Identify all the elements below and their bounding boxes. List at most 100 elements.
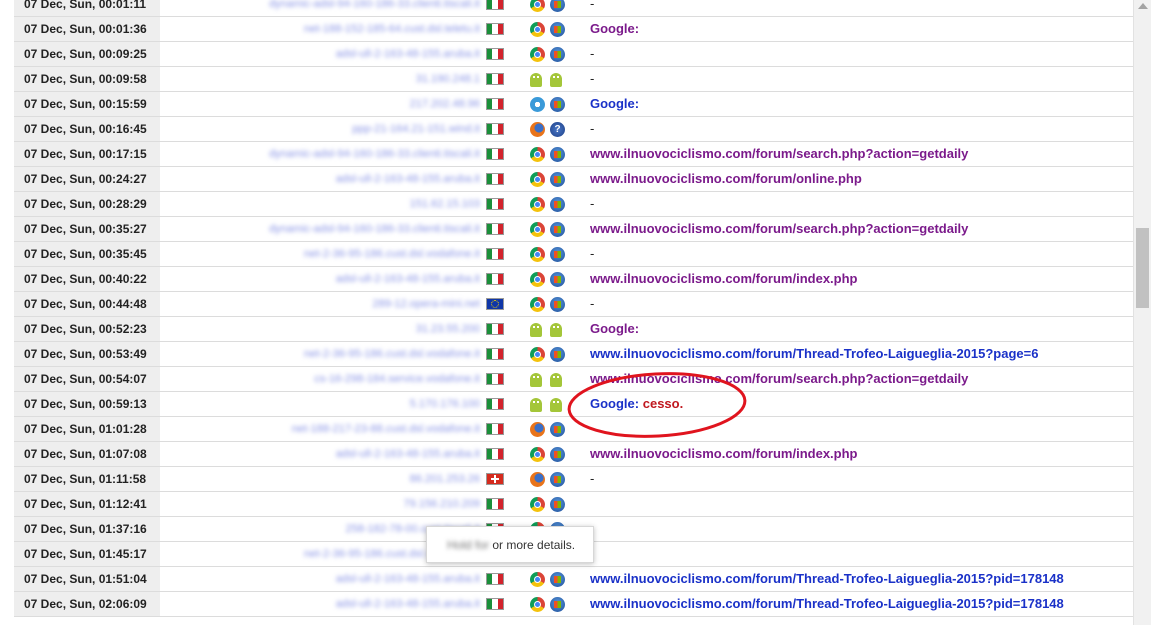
chrome-icon <box>530 347 545 362</box>
table-row: 07 Dec, Sun, 00:24:27 adsl-ull-2-163-48-1… <box>14 167 1134 192</box>
chrome-icon <box>530 497 545 512</box>
visitor-host[interactable]: net-2-36-95-186.cust.dsl.vodafone.it <box>150 242 480 266</box>
chrome-icon <box>530 447 545 462</box>
unknown-os-icon <box>550 122 565 137</box>
android-icon <box>550 73 562 87</box>
visitor-host[interactable]: 217.202.48.96 <box>150 92 480 116</box>
referrer-text: Google: <box>590 321 640 336</box>
referrer[interactable]: Google: <box>590 317 639 341</box>
vertical-scrollbar[interactable] <box>1133 0 1151 625</box>
country-flag-icon <box>486 148 504 160</box>
visitor-host[interactable]: net-188-152-185-64.cust.dsl.teletu.it <box>150 17 480 41</box>
visitor-host[interactable]: adsl-ull-2-163-48-155.aruba.it <box>150 267 480 291</box>
visitor-host[interactable]: dynamic-adsl-94-160-186-33.clienti.tisca… <box>150 142 480 166</box>
windows-icon <box>550 172 565 187</box>
referrer[interactable]: www.ilnuovociclismo.com/forum/Thread-Tro… <box>590 342 1038 366</box>
country-flag-icon <box>486 473 504 485</box>
tooltip-blurred-text: Hold for <box>447 538 490 552</box>
windows-icon <box>550 472 565 487</box>
visitor-host[interactable]: net-188-217-23-88.cust.dsl.vodafone.it <box>150 417 480 441</box>
country-flag-icon <box>486 123 504 135</box>
country-flag-icon <box>486 273 504 285</box>
visitor-host[interactable]: ppp-21-164.21-151.wind.it <box>150 117 480 141</box>
chrome-icon <box>530 272 545 287</box>
visitor-host[interactable]: dynamic-adsl-94-160-186-33.clienti.tisca… <box>150 217 480 241</box>
country-flag-icon <box>486 348 504 360</box>
scroll-up-arrow-icon[interactable] <box>1138 3 1148 9</box>
visit-date: 07 Dec, Sun, 00:09:25 <box>14 42 160 66</box>
referrer-text: www.ilnuovociclismo.com/forum/Thread-Tro… <box>590 596 1064 611</box>
visit-date: 07 Dec, Sun, 01:01:28 <box>14 417 160 441</box>
table-row: 07 Dec, Sun, 01:11:58 86.201.253.26 - <box>14 467 1134 492</box>
visitor-host[interactable]: cs-16-298-184.service.vodafone.it <box>150 367 480 391</box>
chrome-icon <box>530 147 545 162</box>
country-flag-icon <box>486 423 504 435</box>
visit-date: 07 Dec, Sun, 00:52:23 <box>14 317 160 341</box>
referrer[interactable]: Google: cesso. <box>590 392 683 416</box>
chrome-icon <box>530 572 545 587</box>
search-keyword: cesso. <box>642 396 684 411</box>
referrer[interactable]: www.ilnuovociclismo.com/forum/Thread-Tro… <box>590 567 1064 591</box>
visit-date: 07 Dec, Sun, 00:15:59 <box>14 92 160 116</box>
windows-icon <box>550 597 565 612</box>
referrer[interactable]: www.ilnuovociclismo.com/forum/search.php… <box>590 217 968 241</box>
visitor-host[interactable]: adsl-ull-2-163-48-155.aruba.it <box>150 442 480 466</box>
visit-date: 07 Dec, Sun, 00:53:49 <box>14 342 160 366</box>
table-row: 07 Dec, Sun, 00:09:25 adsl-ull-2-163-48-1… <box>14 42 1134 67</box>
country-flag-icon <box>486 298 504 310</box>
windows-icon <box>550 247 565 262</box>
referrer[interactable]: www.ilnuovociclismo.com/forum/search.php… <box>590 142 968 166</box>
visitor-host[interactable]: dynamic-adsl-94-160-186-33.clienti.tisca… <box>150 0 480 16</box>
country-flag-icon <box>486 223 504 235</box>
visitor-host[interactable]: 151.62.15.103 <box>150 192 480 216</box>
visitor-host[interactable]: 31.23.55.200 <box>150 317 480 341</box>
table-row: 07 Dec, Sun, 00:09:58 31.190.248.1 - <box>14 67 1134 92</box>
chrome-icon <box>530 222 545 237</box>
table-row: 07 Dec, Sun, 00:28:29 151.62.15.103 - <box>14 192 1134 217</box>
table-row: 07 Dec, Sun, 00:52:23 31.23.55.200 Google: <box>14 317 1134 342</box>
referrer[interactable]: Google: <box>590 92 639 116</box>
referrer-text: www.ilnuovociclismo.com/forum/Thread-Tro… <box>590 571 1064 586</box>
visitor-host[interactable]: adsl-ull-2-163-48-155.aruba.it <box>150 167 480 191</box>
table-row: 07 Dec, Sun, 01:01:28 net-188-217-23-88.c… <box>14 417 1134 442</box>
referrer-text: - <box>590 471 595 486</box>
scroll-thumb[interactable] <box>1136 228 1149 308</box>
referrer[interactable]: Google: <box>590 17 639 41</box>
visitor-host[interactable]: 31.190.248.1 <box>150 67 480 91</box>
referrer: - <box>590 467 594 491</box>
visitor-host[interactable]: adsl-ull-2-163-48-155.aruba.it <box>150 567 480 591</box>
visits-table: 07 Dec, Sun, 00:01:11 dynamic-adsl-94-160… <box>14 0 1134 617</box>
referrer-text: www.ilnuovociclismo.com/forum/search.php… <box>590 146 969 161</box>
windows-icon <box>550 0 565 12</box>
referrer: - <box>590 192 594 216</box>
visitor-host[interactable]: 79.156.210.209 <box>150 492 480 516</box>
referrer-text: www.ilnuovociclismo.com/forum/index.php <box>590 446 858 461</box>
table-row: 07 Dec, Sun, 01:07:08 adsl-ull-2-163-48-1… <box>14 442 1134 467</box>
windows-icon <box>550 447 565 462</box>
visitor-host[interactable]: 86.201.253.26 <box>150 467 480 491</box>
table-row: 07 Dec, Sun, 00:01:11 dynamic-adsl-94-160… <box>14 0 1134 17</box>
country-flag-icon <box>486 98 504 110</box>
country-flag-icon <box>486 398 504 410</box>
table-row: 07 Dec, Sun, 01:12:41 79.156.210.209 <box>14 492 1134 517</box>
windows-icon <box>550 422 565 437</box>
visitor-host[interactable]: 289-12.opera-mini.net <box>150 292 480 316</box>
referrer[interactable]: www.ilnuovociclismo.com/forum/index.php <box>590 267 858 291</box>
visitor-host[interactable]: adsl-ull-2-163-48-155.aruba.it <box>150 592 480 616</box>
visit-date: 07 Dec, Sun, 00:09:58 <box>14 67 160 91</box>
visit-date: 07 Dec, Sun, 00:54:07 <box>14 367 160 391</box>
windows-icon <box>550 22 565 37</box>
visitor-host[interactable]: 5.170.176.100 <box>150 392 480 416</box>
referrer[interactable]: www.ilnuovociclismo.com/forum/Thread-Tro… <box>590 592 1064 616</box>
android-icon <box>530 398 542 412</box>
referrer[interactable]: www.ilnuovociclismo.com/forum/search.php… <box>590 367 968 391</box>
referrer-text: www.ilnuovociclismo.com/forum/online.php <box>590 171 862 186</box>
visit-date: 07 Dec, Sun, 00:40:22 <box>14 267 160 291</box>
visitor-host[interactable]: adsl-ull-2-163-48-155.aruba.it <box>150 42 480 66</box>
referrer[interactable]: www.ilnuovociclismo.com/forum/online.php <box>590 167 862 191</box>
referrer: - <box>590 292 594 316</box>
visitor-host[interactable]: net-2-36-95-186.cust.dsl.vodafone.it <box>150 342 480 366</box>
referrer: - <box>590 117 594 141</box>
referrer[interactable]: www.ilnuovociclismo.com/forum/index.php <box>590 442 858 466</box>
visit-date: 07 Dec, Sun, 02:06:09 <box>14 592 160 616</box>
